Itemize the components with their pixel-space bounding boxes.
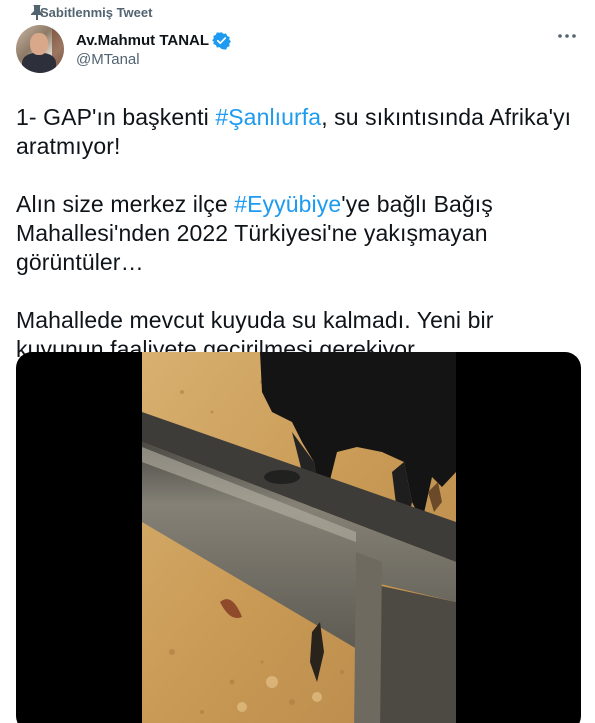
- tweet-card[interactable]: Sabitlenmiş Tweet Av.Mahmut TANAL @MTana…: [0, 0, 595, 723]
- video-player[interactable]: [16, 352, 581, 723]
- tweet-paragraph-1: 1- GAP'ın başkenti #Şanlıurfa, su sıkınt…: [16, 104, 572, 159]
- tweet-header: Av.Mahmut TANAL @MTanal: [16, 25, 579, 73]
- user-handle[interactable]: @MTanal: [76, 51, 579, 68]
- more-options-icon[interactable]: [555, 28, 579, 44]
- video-still: [142, 352, 456, 723]
- pinned-label: Sabitlenmiş Tweet: [40, 4, 153, 20]
- hashtag-link[interactable]: #Eyyübiye: [234, 191, 341, 217]
- avatar[interactable]: [16, 25, 64, 73]
- tweet-text: 1- GAP'ın başkenti #Şanlıurfa, su sıkınt…: [16, 103, 579, 364]
- user-block: Av.Mahmut TANAL @MTanal: [76, 25, 579, 68]
- pinned-indicator: Sabitlenmiş Tweet: [16, 0, 579, 23]
- tweet-paragraph-2: Alın size merkez ilçe #Eyyübiye'ye bağlı…: [16, 191, 493, 275]
- verified-badge-icon: [212, 31, 231, 50]
- hashtag-link[interactable]: #Şanlıurfa: [215, 104, 321, 130]
- display-name[interactable]: Av.Mahmut TANAL: [76, 32, 209, 49]
